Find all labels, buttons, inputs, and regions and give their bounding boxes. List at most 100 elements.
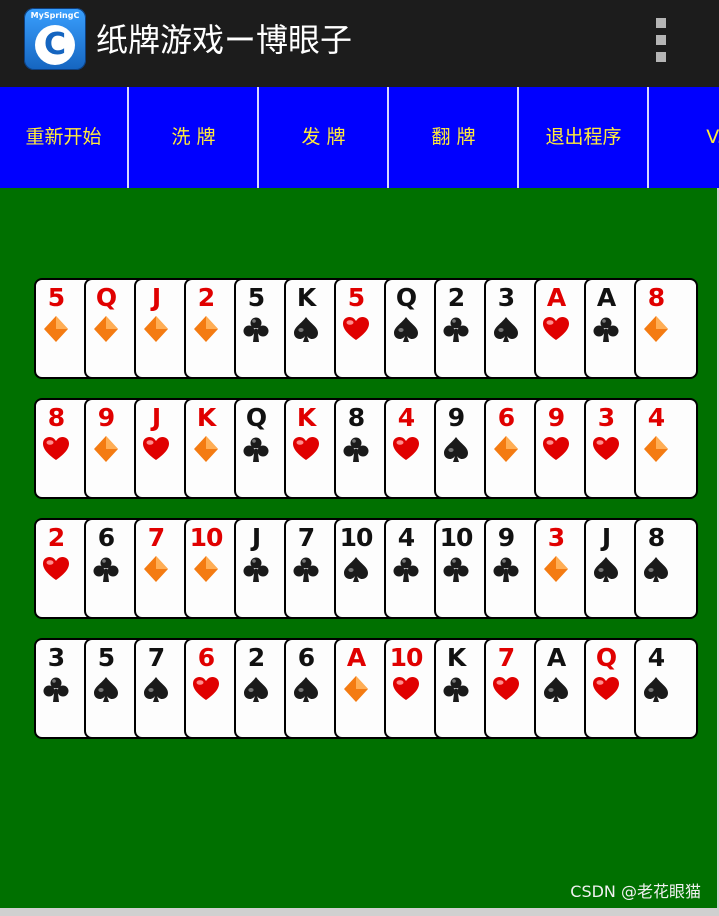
deal-button[interactable]: 发 牌 <box>260 87 389 188</box>
diamond-suit-icon <box>642 315 670 343</box>
card-rank: 5 <box>97 643 115 672</box>
card-rank: 2 <box>447 283 465 312</box>
heart-suit-icon <box>192 675 220 703</box>
spade-suit-icon <box>392 315 420 343</box>
card-rank: K <box>296 283 316 312</box>
diamond-suit-icon <box>492 435 520 463</box>
card-rank: 9 <box>97 403 115 432</box>
spade-suit-icon <box>592 555 620 583</box>
card-rank: 6 <box>97 523 115 552</box>
diamond-suit-icon <box>192 555 220 583</box>
diamond-suit-icon <box>42 315 70 343</box>
card-rank: 2 <box>47 523 65 552</box>
club-suit-icon <box>242 435 270 463</box>
club-suit-icon <box>292 555 320 583</box>
card-rank: 3 <box>597 403 615 432</box>
spade-suit-icon <box>642 555 670 583</box>
club-suit-icon <box>442 675 470 703</box>
club-suit-icon <box>242 555 270 583</box>
card-rank: 7 <box>297 523 315 552</box>
card-rank: 7 <box>147 643 165 672</box>
card-rank: 10 <box>389 643 424 672</box>
heart-suit-icon <box>42 435 70 463</box>
playing-card[interactable]: 8 <box>634 278 698 379</box>
toolbar: 重新开始 洗 牌 发 牌 翻 牌 退出程序 V. <box>0 87 719 188</box>
card-rank: 9 <box>497 523 515 552</box>
exit-button[interactable]: 退出程序 <box>520 87 649 188</box>
club-suit-icon <box>442 315 470 343</box>
card-rank: 5 <box>347 283 365 312</box>
playing-card[interactable]: 4 <box>634 638 698 739</box>
heart-suit-icon <box>42 555 70 583</box>
flip-button[interactable]: 翻 牌 <box>390 87 519 188</box>
diamond-suit-icon <box>142 555 170 583</box>
app-bar: MySpringC C 纸牌游戏ー博眼子 <box>0 0 719 87</box>
card-rank: 10 <box>339 523 374 552</box>
card-rank: 4 <box>647 403 665 432</box>
heart-suit-icon <box>142 435 170 463</box>
app-logo-brand: MySpringC <box>30 11 80 20</box>
spade-suit-icon <box>342 555 370 583</box>
card-rank: J <box>251 523 261 552</box>
card-rank: 9 <box>547 403 565 432</box>
club-suit-icon <box>342 435 370 463</box>
club-suit-icon <box>442 555 470 583</box>
card-rank: J <box>151 283 161 312</box>
diamond-suit-icon <box>192 315 220 343</box>
card-rank: Q <box>595 643 617 672</box>
shuffle-button[interactable]: 洗 牌 <box>130 87 259 188</box>
spade-suit-icon <box>542 675 570 703</box>
restart-button[interactable]: 重新开始 <box>0 87 129 188</box>
card-rank: 8 <box>647 283 665 312</box>
card-rank: 7 <box>497 643 515 672</box>
club-suit-icon <box>592 315 620 343</box>
version-button[interactable]: V. <box>650 87 719 188</box>
club-suit-icon <box>492 555 520 583</box>
spade-suit-icon <box>442 435 470 463</box>
heart-suit-icon <box>592 435 620 463</box>
spade-suit-icon <box>142 675 170 703</box>
diamond-suit-icon <box>542 555 570 583</box>
card-rank: K <box>446 643 466 672</box>
heart-suit-icon <box>542 435 570 463</box>
card-rank: 6 <box>197 643 215 672</box>
card-rank: 2 <box>197 283 215 312</box>
card-rank: A <box>596 283 616 312</box>
overflow-menu-icon[interactable] <box>646 16 676 64</box>
card-rank: 4 <box>647 643 665 672</box>
card-rank: 4 <box>397 523 415 552</box>
playing-card[interactable]: 4 <box>634 398 698 499</box>
club-suit-icon <box>42 675 70 703</box>
card-rank: 3 <box>47 643 65 672</box>
card-rank: 8 <box>347 403 365 432</box>
spade-suit-icon <box>642 675 670 703</box>
card-rank: 5 <box>247 283 265 312</box>
watermark: CSDN @老花眼猫 <box>570 882 701 901</box>
spade-suit-icon <box>92 675 120 703</box>
card-rank: 6 <box>497 403 515 432</box>
card-rank: 4 <box>397 403 415 432</box>
card-rank: 8 <box>47 403 65 432</box>
card-rank: J <box>601 523 611 552</box>
club-suit-icon <box>242 315 270 343</box>
card-table: CSDN @老花眼猫 5QJ25K5Q23AA889JKQK8496934267… <box>0 188 717 908</box>
card-rank: 2 <box>247 643 265 672</box>
card-rank: 8 <box>647 523 665 552</box>
card-rank: A <box>546 643 566 672</box>
club-suit-icon <box>92 555 120 583</box>
card-rank: 3 <box>497 283 515 312</box>
heart-suit-icon <box>292 435 320 463</box>
spade-suit-icon <box>492 315 520 343</box>
card-rank: Q <box>95 283 117 312</box>
heart-suit-icon <box>392 675 420 703</box>
app-title: 纸牌游戏ー博眼子 <box>96 21 353 59</box>
card-rank: 10 <box>439 523 474 552</box>
card-rank: 6 <box>297 643 315 672</box>
card-rank: 10 <box>189 523 224 552</box>
card-rank: 3 <box>547 523 565 552</box>
spade-suit-icon <box>292 315 320 343</box>
playing-card[interactable]: 8 <box>634 518 698 619</box>
heart-suit-icon <box>392 435 420 463</box>
diamond-suit-icon <box>142 315 170 343</box>
card-rank: K <box>296 403 316 432</box>
